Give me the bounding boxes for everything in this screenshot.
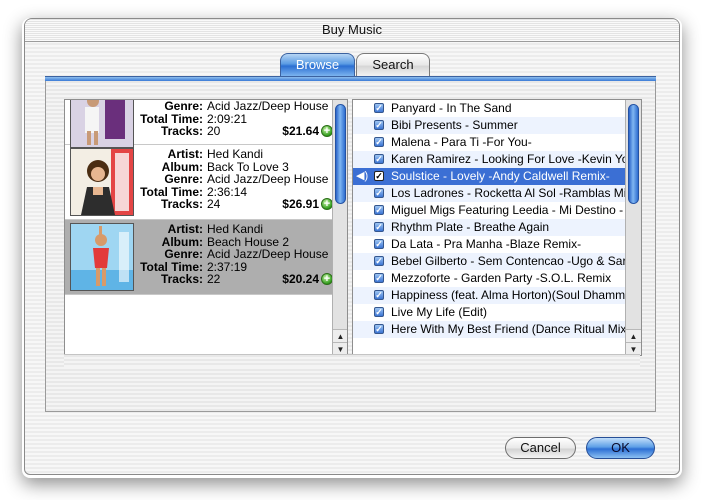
scroll-up-arrow-icon[interactable]: ▲ <box>626 329 641 343</box>
track-row-selected[interactable]: ◀) ✓ Soulstice - Lovely -Andy Caldwell Rem… <box>353 168 641 185</box>
buy-music-dialog: Buy Music Browse Search Genre: Acid Jazz… <box>24 18 680 475</box>
track-checkbox[interactable]: ✓ <box>374 290 384 300</box>
track-row[interactable]: ✓ Panyard - In The Sand <box>353 100 641 117</box>
window-title: Buy Music <box>322 22 382 37</box>
album-track-count: 24 <box>207 197 221 211</box>
track-name: Soulstice - Lovely -Andy Caldwell Remix- <box>391 169 610 183</box>
track-name: Da Lata - Pra Manha -Blaze Remix- <box>391 237 582 251</box>
genre-label: Genre: <box>164 172 203 186</box>
track-checkbox[interactable]: ✓ <box>374 256 384 266</box>
track-name: Bebel Gilberto - Sem Contencao -Ugo & Sa… <box>391 254 627 268</box>
genre-label: Genre: <box>164 99 203 113</box>
track-row[interactable]: ✓ Bebel Gilberto - Sem Contencao -Ugo & S… <box>353 253 641 270</box>
track-row[interactable]: ✓ Malena - Para Ti -For You- <box>353 134 641 151</box>
track-checkbox[interactable]: ✓ <box>374 154 384 164</box>
track-row[interactable]: ✓ Karen Ramirez - Looking For Love -Kevin… <box>353 151 641 168</box>
artist-label: Artist: <box>167 147 203 161</box>
album-item[interactable]: Genre: Acid Jazz/Deep House Total Time: 2:… <box>65 100 347 148</box>
album-info: Artist: Hed Kandi Album: Back To Love 3 Ge… <box>137 148 333 211</box>
scroll-up-arrow-icon[interactable]: ▲ <box>333 329 347 343</box>
album-cover <box>70 100 134 148</box>
album-price: $20.24 <box>282 272 319 286</box>
track-checkbox[interactable]: ✓ <box>374 273 384 283</box>
track-name: Panyard - In The Sand <box>391 101 512 115</box>
track-list-scroll-thumb[interactable] <box>628 104 639 204</box>
album-price: $26.91 <box>282 197 319 211</box>
album-item[interactable]: Artist: Hed Kandi Album: Beach House 2 Gen… <box>65 220 347 295</box>
title-bar[interactable]: Buy Music <box>25 19 679 42</box>
album-genre: Acid Jazz/Deep House <box>207 247 329 261</box>
album-info: Artist: Hed Kandi Album: Beach House 2 Gen… <box>137 223 333 286</box>
album-item[interactable]: Artist: Hed Kandi Album: Back To Love 3 Ge… <box>65 145 347 220</box>
track-name: Happiness (feat. Alma Horton)(Soul Dhamm <box>391 288 626 302</box>
track-checkbox[interactable]: ✓ <box>374 205 384 215</box>
track-name: Los Ladrones - Rocketta Al Sol -Ramblas … <box>391 186 627 200</box>
tracks-label: Tracks: <box>160 124 203 138</box>
speaker-icon: ◀) <box>356 170 369 182</box>
track-name: Here With My Best Friend (Dance Ritual M… <box>391 322 631 336</box>
album-list[interactable]: Genre: Acid Jazz/Deep House Total Time: 2:… <box>64 99 348 356</box>
track-name: Mezzoforte - Garden Party -S.O.L. Remix <box>391 271 612 285</box>
browse-panel: Genre: Acid Jazz/Deep House Total Time: 2:… <box>45 81 656 412</box>
genre-label: Genre: <box>164 247 203 261</box>
album-track-count: 20 <box>207 124 221 138</box>
album-info: Genre: Acid Jazz/Deep House Total Time: 2:… <box>137 100 333 138</box>
ok-button[interactable]: OK <box>586 437 655 459</box>
track-row[interactable]: ✓ Miguel Migs Featuring Leedia - Mi Desti… <box>353 202 641 219</box>
track-row[interactable]: ✓ Here With My Best Friend (Dance Ritual … <box>353 321 641 338</box>
artist-label: Artist: <box>167 222 203 236</box>
track-name: Miguel Migs Featuring Leedia - Mi Destin… <box>391 203 624 217</box>
album-price: $21.64 <box>282 124 319 138</box>
track-checkbox[interactable]: ✓ <box>374 120 384 130</box>
track-checkbox[interactable]: ✓ <box>374 324 384 334</box>
album-artist: Hed Kandi <box>207 222 264 236</box>
track-checkbox[interactable]: ✓ <box>374 188 384 198</box>
track-row[interactable]: ✓ Da Lata - Pra Manha -Blaze Remix- <box>353 236 641 253</box>
album-track-count: 22 <box>207 272 221 286</box>
track-checkbox[interactable]: ✓ <box>374 171 384 181</box>
cancel-button[interactable]: Cancel <box>505 437 576 459</box>
list-footer-strip <box>64 354 640 367</box>
track-name: Bibi Presents - Summer <box>391 118 518 132</box>
track-row[interactable]: ✓ Los Ladrones - Rocketta Al Sol -Ramblas… <box>353 185 641 202</box>
album-list-scrollbar[interactable]: ▲ ▼ <box>332 100 347 355</box>
album-genre: Acid Jazz/Deep House <box>207 172 329 186</box>
album-cover <box>70 223 134 291</box>
album-cover <box>70 148 134 216</box>
album-genre: Acid Jazz/Deep House <box>207 99 329 113</box>
track-checkbox[interactable]: ✓ <box>374 239 384 249</box>
tab-bar: Browse Search <box>280 53 430 77</box>
tracks-label: Tracks: <box>160 272 203 286</box>
tab-search[interactable]: Search <box>356 53 430 76</box>
track-checkbox[interactable]: ✓ <box>374 307 384 317</box>
track-row[interactable]: ✓ Bibi Presents - Summer <box>353 117 641 134</box>
track-checkbox[interactable]: ✓ <box>374 137 384 147</box>
album-artist: Hed Kandi <box>207 147 264 161</box>
track-list-scrollbar[interactable]: ▲ ▼ <box>625 100 641 355</box>
album-list-scroll-thumb[interactable] <box>335 104 346 204</box>
track-name: Karen Ramirez - Looking For Love -Kevin … <box>391 152 629 166</box>
track-row[interactable]: ✓ Live My Life (Edit) <box>353 304 641 321</box>
track-row[interactable]: ✓ Rhythm Plate - Breathe Again <box>353 219 641 236</box>
tab-browse[interactable]: Browse <box>280 53 355 76</box>
track-list[interactable]: ✓ Panyard - In The Sand ✓ Bibi Presents - … <box>352 99 642 356</box>
track-row[interactable]: ✓ Happiness (feat. Alma Horton)(Soul Dham… <box>353 287 641 304</box>
track-name: Malena - Para Ti -For You- <box>391 135 532 149</box>
tracks-label: Tracks: <box>160 197 203 211</box>
track-row[interactable]: ✓ Mezzoforte - Garden Party -S.O.L. Remix <box>353 270 641 287</box>
track-name: Live My Life (Edit) <box>391 305 488 319</box>
track-checkbox[interactable]: ✓ <box>374 222 384 232</box>
track-name: Rhythm Plate - Breathe Again <box>391 220 550 234</box>
track-checkbox[interactable]: ✓ <box>374 103 384 113</box>
